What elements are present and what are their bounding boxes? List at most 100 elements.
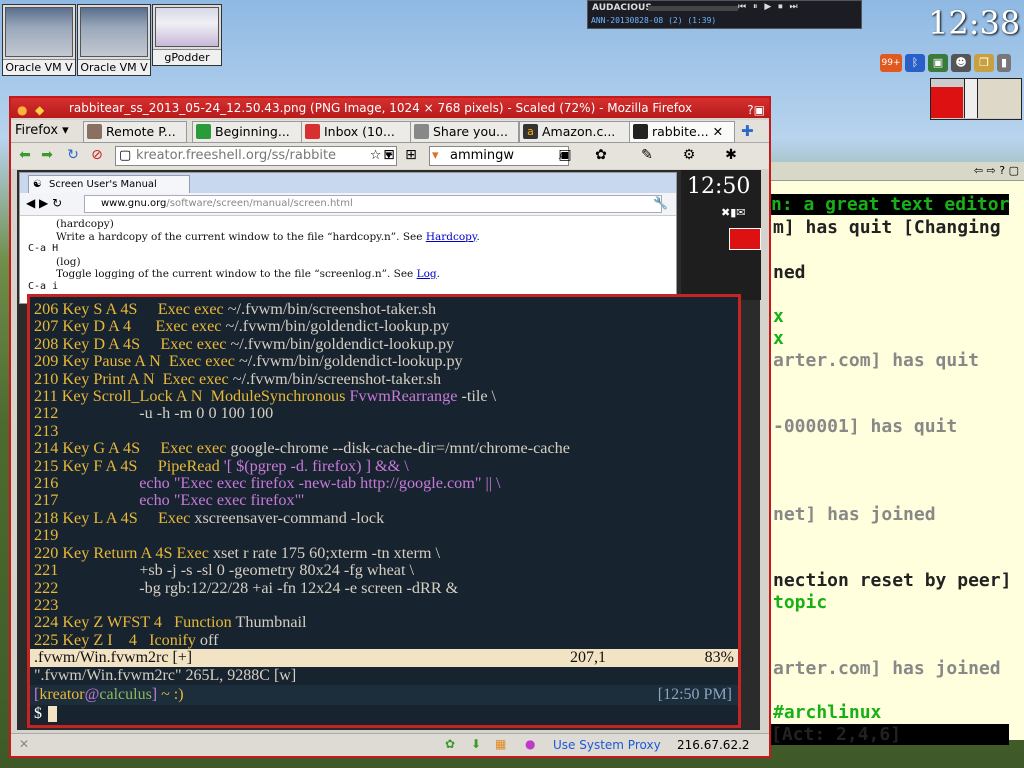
code-line: 222 -bg rgb:12/22/28 +ai -fn 12x24 -e sc… [34,579,570,597]
stop-icon[interactable]: ⊘ [89,147,105,163]
new-tab-button[interactable]: ✚ [741,122,754,140]
audacious-seek-bar[interactable] [648,6,738,11]
tab-remote[interactable]: Remote P... [83,121,187,143]
ip-address: 216.67.62.2 [677,738,750,752]
dictionary-icon[interactable]: ❐ [974,54,994,72]
firefox-window[interactable]: ● ◆ rabbitear_ss_2013_05-24_12.50.43.png… [9,96,771,758]
code-line: 219 [34,527,570,544]
back-icon[interactable]: ⬅ [17,147,33,163]
manual-text: (hardcopy) Write a hardcopy of the curren… [20,216,676,295]
addon-icon[interactable]: ✿ [593,147,609,163]
manual-line: C-a i [28,281,668,294]
code-line: 215 Key F A 4S PipeRead '[ $(pgrep -d. f… [34,456,570,475]
cursor [48,706,57,723]
bluetooth-icon[interactable]: ᛒ [905,54,925,72]
zoom-out-icon[interactable]: ⊟ [381,147,397,163]
code-line: 220 Key Return A 4S Exec xset r rate 175… [34,543,570,562]
screenshot-clock: 12:50 [687,174,751,199]
pager-window [977,79,1021,118]
notification-badge-icon[interactable]: 99+ [880,54,902,72]
site-icon [196,124,211,139]
thumbnail-gpodder[interactable]: gPodder [152,4,222,66]
line-number: 209 [34,352,63,371]
irc-terminal[interactable]: ⇦ ⇨ ? ▢ n: a great text editor m] has qui… [766,162,1024,745]
proxy-status[interactable]: Use System Proxy [553,738,661,752]
tools-icon[interactable]: ✎ [639,147,655,163]
irc-line: x [773,306,784,327]
extension-icon[interactable]: ✱ [723,147,739,163]
thumbnail-oracle-vm-1[interactable]: Oracle VM V [2,4,76,76]
line-number: 221 [34,561,63,580]
line-number: 214 [34,439,63,458]
key-binding: Key S A 4S [62,300,158,318]
thumbnail-oracle-vm-2[interactable]: Oracle VM V [77,4,151,76]
line-number: 220 [34,543,63,562]
manual-line-tail: . [476,230,480,243]
audacious-player[interactable]: AUDACIOUS ⏮ ⏸ ▶ ⏹ ⏭ ANN-20130828-08 (2) … [587,0,862,29]
xterm-vim-window: 206 Key S A 4S Exec exec ~/.fvwm/bin/scr… [27,294,741,728]
window-controls-icon[interactable]: ?▣ [747,100,765,120]
action-keyword: ModuleSynchronous [210,387,350,406]
rss-icon[interactable]: ▦ [495,737,506,751]
chrome-nav-icon: ◀ ▶ ↻ [26,196,63,210]
url-bar[interactable]: ▢ kreator.freeshell.org/ss/rabbite ☆ ▾ [115,146,397,166]
key-binding: Key F A 4S [62,456,158,475]
forward-icon[interactable]: ➡ [39,147,55,163]
tab-amazon[interactable]: a Amazon.c... [519,121,631,143]
irc-line: ned [773,262,806,283]
code-line: 213 [34,422,570,440]
manual-link[interactable]: Log [417,268,437,280]
amazon-icon: a [523,124,538,139]
color-icon[interactable]: ● [525,737,535,751]
bookmarks-icon[interactable]: ▣ [557,147,573,163]
search-engine-icon[interactable]: ▾ [432,147,439,165]
key-binding: Key Return A 4S [62,543,177,562]
firefox-logo-icon: ● [17,103,28,117]
vim-statusline: .fvwm/Win.fvwm2rc [+] 207,1 83% [30,649,738,667]
gnu-icon: ☯ [33,179,42,190]
key-binding: Key Z WFST 4 [62,613,175,632]
network-monitor-icon[interactable]: ▣ [928,54,948,72]
reload-icon[interactable]: ↻ [65,147,81,163]
tab-inbox[interactable]: Inbox (10... [301,121,415,143]
line-number: 218 [34,508,63,527]
tray-icons: ✖▮✉ [721,206,746,219]
command-text: -tile \ [457,387,497,406]
irc-line: arter.com] has quit [773,350,979,371]
command-text: ~/.fvwm/bin/goldendict-lookup.py [238,352,463,371]
tab-beginning[interactable]: Beginning... [192,121,306,143]
code-line: 214 Key G A 4S Exec exec google-chrome -… [34,440,570,457]
line-number: 206 [34,300,63,318]
manual-line: (hardcopy) [28,218,668,231]
manual-line: Toggle logging of the current window to … [28,268,668,281]
firefox-titlebar[interactable]: ● ◆ rabbitear_ss_2013_05-24_12.50.43.png… [11,98,769,118]
gnome-icon[interactable]: ☻ [951,54,971,72]
desktop-pager[interactable] [930,78,1022,120]
key-binding: Key Z I 4 [62,630,150,649]
command-text: ~/.fvwm/bin/goldendict-lookup.py [225,317,450,336]
system-tray: 99+ ᛒ ▣ ☻ ❐ ▮ [880,54,1011,74]
download-icon[interactable]: ⬇ [471,737,481,751]
action-keyword: Exec exec [155,317,226,336]
manual-line: (log) [28,256,668,269]
gmail-icon [305,124,320,139]
action-keyword: Exec [176,543,213,562]
status-addon-icon[interactable]: ✿ [445,737,455,751]
tray-misc-icon[interactable]: ▮ [997,54,1011,72]
search-box[interactable]: ▾ ammingw ⌕ [429,146,569,166]
zoom-in-icon[interactable]: ⊞ [403,147,419,163]
close-findbar-icon[interactable]: ✕ [19,737,29,751]
code-line: 224 Key Z WFST 4 Function Thumbnail [34,614,570,631]
image-viewport[interactable]: ☯ Screen User's Manual ◀ ▶ ↻ www.gnu.org/… [17,170,761,730]
tab-share[interactable]: Share you... [410,121,519,143]
firefox-statusbar: ✕ ✿ ⬇ ▦ ● Use System Proxy 216.67.62.2 [11,733,769,756]
firefox-menu-button[interactable]: Firefox ▾ [15,123,69,138]
key-binding: Key G A 4S [62,439,161,458]
line-number: 219 [34,526,63,545]
audacious-controls[interactable]: ⏮ ⏸ ▶ ⏹ ⏭ [738,2,800,12]
command-text: ~/.fvwm/bin/goldendict-lookup.py [230,334,455,353]
manual-link[interactable]: Hardcopy [426,231,477,243]
code-line: 206 Key S A 4S Exec exec ~/.fvwm/bin/scr… [34,300,570,318]
tab-rabbitear[interactable]: rabbite... ✕ [629,121,735,143]
settings-icon[interactable]: ⚙ [681,147,697,163]
